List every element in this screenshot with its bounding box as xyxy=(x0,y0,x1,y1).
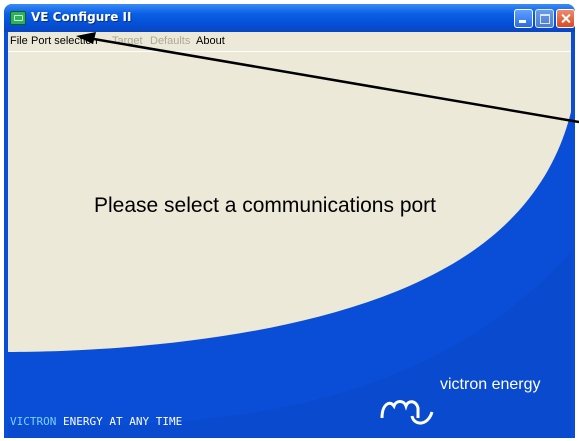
annotation-arrow xyxy=(76,32,579,124)
